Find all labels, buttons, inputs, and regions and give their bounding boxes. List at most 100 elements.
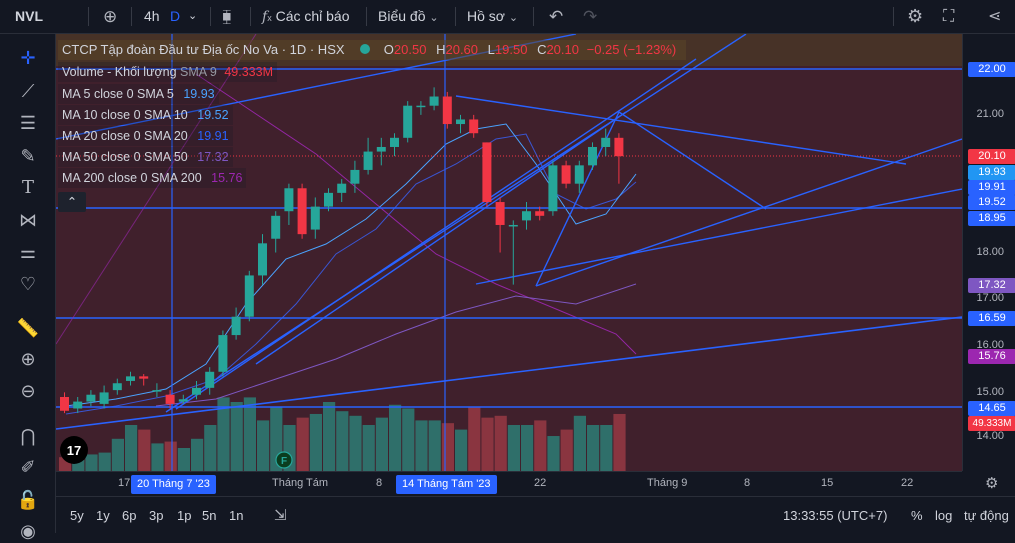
chart-menu-button[interactable]: Biểu đồ ⌄	[378, 0, 439, 33]
candle-body	[86, 394, 96, 402]
crosshair-date-label: 14 Tháng Tám '23	[396, 475, 497, 494]
eye-icon[interactable]	[360, 44, 371, 54]
volume-label: 49.333M	[968, 416, 1015, 431]
ma-legend-row[interactable]: MA 5 close 0 SMA 5 19.93	[58, 84, 219, 104]
candle-body	[139, 376, 149, 379]
settings-gear-icon[interactable]: ⚙	[907, 0, 923, 33]
trend-line	[455, 95, 907, 165]
candle-body	[403, 105, 413, 138]
price-label: 19.52	[968, 195, 1015, 210]
symbol-legend-row[interactable]: CTCP Tập đoàn Đầu tư Địa ốc No Va · 1D ·…	[58, 40, 686, 60]
prediction-icon[interactable]: ⚌	[15, 240, 41, 264]
candle-body	[258, 243, 267, 276]
price-tick: 15.00	[976, 386, 1004, 398]
trend-line-icon[interactable]: ⟋	[15, 79, 41, 103]
redo-icon[interactable]: ↷	[583, 0, 597, 33]
text-tool-icon[interactable]: T	[15, 176, 41, 200]
volume-value: 49.333M	[224, 65, 273, 79]
candle-body	[126, 376, 135, 381]
range-5d[interactable]: 5n	[202, 497, 216, 534]
trend-line	[255, 111, 627, 365]
auto-scale-toggle[interactable]: tự động	[964, 497, 1009, 534]
compare-button[interactable]: ⊕	[103, 0, 117, 33]
time-tick: Tháng 9	[647, 477, 688, 489]
volume-bar	[204, 425, 217, 471]
zoom-in-icon[interactable]: ⊕	[15, 347, 41, 371]
lock-icon[interactable]: 🔓	[15, 488, 41, 512]
ma-legend-row[interactable]: MA 10 close 0 SMA 10 19.52	[58, 105, 233, 125]
log-toggle[interactable]: log	[935, 497, 952, 534]
date-range-calendar-icon[interactable]: ⇲	[274, 497, 287, 534]
chart-pane[interactable]: 17 F CTCP Tập đoàn Đầu tư Địa ốc No Va ·…	[56, 34, 962, 471]
ruler-icon[interactable]: 📏	[15, 316, 41, 340]
low-value: 19.50	[494, 42, 528, 57]
heart-icon[interactable]: ♡	[15, 272, 41, 296]
range-5y[interactable]: 5y	[70, 497, 84, 534]
volume-bar	[468, 406, 481, 471]
ma-legend-row[interactable]: MA 20 close 0 SMA 20 19.91	[58, 126, 233, 146]
brush-icon[interactable]: ✎	[15, 144, 41, 168]
ma-legend-row[interactable]: MA 200 close 0 SMA 200 15.76	[58, 168, 247, 188]
range-1y[interactable]: 1y	[96, 497, 110, 534]
fullscreen-icon[interactable]: ⛶	[943, 0, 954, 33]
ma50-value: 17.32	[197, 150, 229, 164]
volume-bar	[243, 397, 256, 471]
time-axis[interactable]: 17 Tháng Tám 8 22 Tháng 9 8 15 22 20 Thá…	[56, 471, 962, 497]
divider	[250, 7, 251, 26]
candle-body	[271, 215, 281, 239]
symbol-search[interactable]: NVL	[15, 0, 43, 33]
candle-body	[231, 316, 241, 336]
candle-body	[244, 275, 254, 317]
volume-bar	[296, 417, 309, 471]
interval-4h[interactable]: 4h	[144, 0, 160, 33]
symbol-label: NVL	[15, 8, 43, 24]
time-tick: 8	[744, 477, 751, 489]
volume-bar	[375, 417, 388, 471]
volume-bar	[349, 415, 362, 471]
low-label: L	[487, 42, 495, 57]
divider	[533, 7, 534, 26]
indicators-button[interactable]: fx Các chỉ báo	[262, 0, 350, 33]
percent-toggle[interactable]: %	[911, 497, 923, 534]
chevron-down-icon[interactable]: ⌄	[188, 0, 197, 33]
candle-body	[178, 399, 188, 402]
price-label: 19.93	[968, 165, 1015, 180]
candle-body	[535, 211, 545, 216]
divider	[210, 7, 211, 26]
candle-body	[165, 394, 175, 404]
magnet-icon[interactable]: ⋂	[15, 424, 41, 448]
volume-bar	[613, 413, 626, 471]
bottom-toolbar: 5y 1y 6p 3p 1p 5n 1n ⇲ 13:33:55 (UTC+7) …	[56, 496, 1015, 534]
undo-icon[interactable]: ↶	[549, 0, 563, 33]
ma5-label: MA 5 close 0 SMA 5	[62, 87, 174, 101]
time-tick: 8	[376, 477, 383, 489]
collapse-legend-button[interactable]: ⌃	[58, 192, 86, 212]
zoom-out-icon[interactable]: ⊖	[15, 379, 41, 403]
ma-legend-row[interactable]: MA 50 close 0 SMA 50 17.32	[58, 147, 233, 167]
range-1m[interactable]: 1p	[177, 497, 191, 534]
candle-body	[350, 169, 360, 184]
share-icon[interactable]: ⋖	[988, 0, 1001, 33]
range-1d[interactable]: 1n	[229, 497, 243, 534]
price-tick: 18.00	[976, 246, 1004, 258]
interval-daily[interactable]: D	[170, 0, 180, 33]
volume-bar	[230, 402, 243, 471]
profile-menu-button[interactable]: Hồ sơ ⌄	[467, 0, 518, 33]
range-3m[interactable]: 3p	[149, 497, 163, 534]
time-tick: 17	[118, 477, 131, 489]
volume-legend-row[interactable]: Volume - Khối lượng SMA 9 49.333M	[58, 62, 277, 82]
price-axis[interactable]: 21.00 18.00 17.00 16.00 15.00 14.00 22.0…	[962, 34, 1015, 471]
fib-retracement-icon[interactable]: ☰	[15, 111, 41, 135]
plus-circle-icon: ⊕	[103, 7, 118, 26]
chart-type-button[interactable]: ⧯	[222, 0, 232, 33]
ma20-label: MA 20 close 0 SMA 20	[62, 129, 188, 143]
range-6m[interactable]: 6p	[122, 497, 136, 534]
pencil-lock-icon[interactable]: ✐	[15, 455, 41, 479]
chart-settings-gear-icon[interactable]: ⚙	[985, 474, 998, 492]
pattern-icon[interactable]: ⋈	[15, 208, 41, 232]
chevron-up-icon: ⌃	[66, 195, 78, 209]
volume-bar	[336, 411, 349, 471]
eye-icon[interactable]: ◉	[15, 519, 41, 543]
crosshair-icon[interactable]: ✛	[15, 46, 41, 70]
clock[interactable]: 13:33:55 (UTC+7)	[783, 497, 887, 534]
